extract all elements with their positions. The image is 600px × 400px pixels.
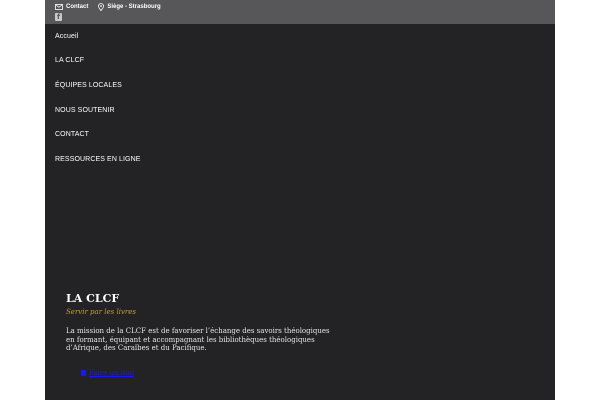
about-tagline: Servir par les livres — [66, 308, 136, 316]
about-title: LA CLCF — [66, 292, 120, 305]
location-link[interactable]: Siège - Strasbourg — [98, 3, 161, 11]
donate-link[interactable]: Faire un don — [81, 369, 134, 377]
top-bar: Contact Siège - Strasbourg f — [45, 0, 555, 24]
facebook-icon[interactable]: f — [55, 13, 62, 21]
nav-item-accueil[interactable]: Accueil — [55, 24, 545, 49]
site-frame: Contact Siège - Strasbourg f Accueil LA … — [45, 0, 555, 400]
contact-row: Contact Siège - Strasbourg — [55, 2, 161, 12]
donate-label: Faire un don — [89, 369, 134, 377]
nav-item-nous-soutenir[interactable]: NOUS SOUTENIR — [55, 98, 545, 123]
map-pin-icon — [98, 3, 105, 11]
about-section: LA CLCF Servir par les livres La mission… — [66, 292, 336, 353]
donate-icon — [81, 370, 86, 376]
nav-item-equipes-locales[interactable]: ÉQUIPES LOCALES — [55, 73, 545, 98]
contact-link[interactable]: Contact — [55, 4, 88, 10]
mail-icon — [55, 4, 63, 10]
nav-item-ressources-en-ligne[interactable]: RESSOURCES EN LIGNE — [55, 147, 545, 172]
contact-label: Contact — [66, 4, 89, 10]
about-mission: La mission de la CLCF est de favoriser l… — [66, 327, 330, 352]
nav-item-contact[interactable]: CONTACT — [55, 122, 545, 147]
nav-item-la-clcf[interactable]: LA CLCF — [55, 49, 545, 74]
location-label: Siège - Strasbourg — [107, 4, 161, 10]
main-nav: Accueil LA CLCF ÉQUIPES LOCALES NOUS SOU… — [55, 24, 545, 172]
